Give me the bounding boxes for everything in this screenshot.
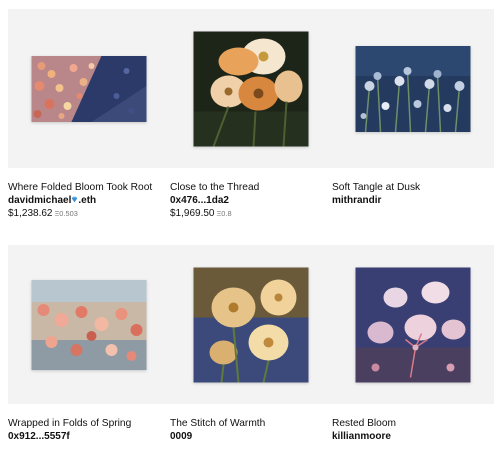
artwork-image[interactable] xyxy=(193,267,309,382)
artwork-thumbnail[interactable] xyxy=(170,9,332,168)
artist-name[interactable]: 0009 xyxy=(170,430,332,443)
artwork-title[interactable]: Soft Tangle at Dusk xyxy=(332,181,494,194)
artist-name[interactable]: mithrandir xyxy=(332,194,494,207)
price-row: $1,238.62 Ξ0.503 xyxy=(8,207,170,220)
price-eth: Ξ0.503 xyxy=(54,209,78,218)
artwork-card[interactable]: Wrapped in Folds of Spring 0x912...5557f xyxy=(8,245,170,443)
artwork-image-graphic xyxy=(31,279,147,370)
artwork-title[interactable]: Close to the Thread xyxy=(170,181,332,194)
artwork-image[interactable] xyxy=(31,55,147,122)
artwork-image-graphic xyxy=(31,55,147,122)
artwork-title[interactable]: The Stitch of Warmth xyxy=(170,417,332,430)
artwork-card[interactable]: Where Folded Bloom Took Root davidmichae… xyxy=(8,9,170,220)
artwork-thumbnail[interactable] xyxy=(170,245,332,404)
price-usd: $1,969.50 xyxy=(170,208,215,219)
artwork-image-graphic xyxy=(193,267,309,382)
artwork-thumbnail[interactable] xyxy=(8,245,170,404)
price-row: $1,969.50 Ξ0.8 xyxy=(170,207,332,220)
artwork-title[interactable]: Rested Bloom xyxy=(332,417,494,430)
artwork-card[interactable]: Close to the Thread 0x476...1da2 $1,969.… xyxy=(170,9,332,220)
artwork-thumbnail[interactable] xyxy=(332,245,494,404)
price-eth: Ξ0.8 xyxy=(216,209,232,218)
artwork-image[interactable] xyxy=(193,31,309,146)
artwork-image[interactable] xyxy=(31,279,147,370)
artwork-image[interactable] xyxy=(355,267,471,382)
artwork-thumbnail[interactable] xyxy=(332,9,494,168)
artwork-image[interactable] xyxy=(355,45,471,132)
artwork-card[interactable]: Rested Bloom killianmoore xyxy=(332,245,494,443)
artwork-card[interactable]: The Stitch of Warmth 0009 xyxy=(170,245,332,443)
artist-name-text: davidmichael xyxy=(8,195,72,206)
artwork-image-graphic xyxy=(355,45,471,132)
artwork-title[interactable]: Wrapped in Folds of Spring xyxy=(8,417,170,430)
artist-name[interactable]: davidmichael .eth xyxy=(8,194,170,207)
artwork-image-graphic xyxy=(355,267,471,382)
artwork-grid: Where Folded Bloom Took Root davidmichae… xyxy=(0,0,500,449)
artwork-card[interactable]: Soft Tangle at Dusk mithrandir xyxy=(332,9,494,207)
artist-name-suffix: .eth xyxy=(78,195,97,206)
artist-name[interactable]: 0x476...1da2 xyxy=(170,194,332,207)
artwork-image-graphic xyxy=(193,31,309,146)
artist-name[interactable]: 0x912...5557f xyxy=(8,430,170,443)
artwork-title[interactable]: Where Folded Bloom Took Root xyxy=(8,181,170,194)
artwork-thumbnail[interactable] xyxy=(8,9,170,168)
artist-name[interactable]: killianmoore xyxy=(332,430,494,443)
price-usd: $1,238.62 xyxy=(8,208,53,219)
